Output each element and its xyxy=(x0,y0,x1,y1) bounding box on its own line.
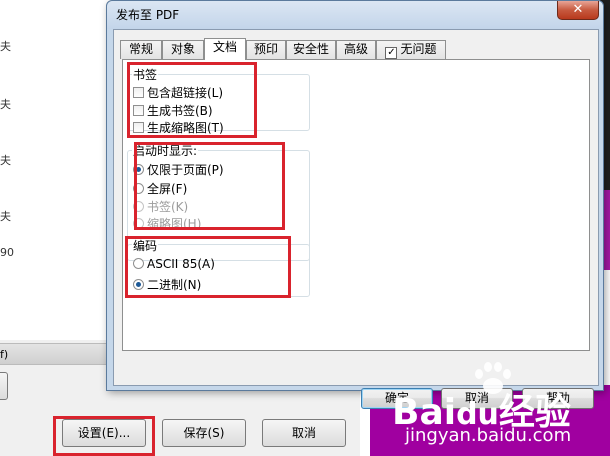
tab-no-issues-label: 无问题 xyxy=(400,42,437,56)
tab-no-issues[interactable]: ✓ 无问题 xyxy=(376,40,446,59)
settings-highlight-box xyxy=(53,416,155,456)
encoding-highlight-box xyxy=(125,236,291,298)
tab-general[interactable]: 常规 xyxy=(120,40,162,59)
tab-objects[interactable]: 对象 xyxy=(162,40,204,59)
tab-advanced[interactable]: 高级 xyxy=(336,40,376,59)
watermark-url: jingyan.baidu.com xyxy=(405,425,572,446)
save-button[interactable]: 保存(S) xyxy=(162,419,246,447)
tab-document[interactable]: 文档 xyxy=(204,38,246,60)
close-button[interactable]: ✕ xyxy=(557,1,599,20)
dialog-titlebar[interactable]: 发布至 PDF ✕ xyxy=(107,1,603,29)
background-list-item: 夫 xyxy=(0,154,11,167)
background-cancel-button[interactable]: 取消 xyxy=(262,419,346,447)
startup-highlight-box xyxy=(134,142,285,230)
dialog-title: 发布至 PDF xyxy=(116,8,180,22)
background-list-item: 夫 xyxy=(0,40,11,53)
background-list-item: 夫 xyxy=(0,98,11,111)
background-strip-text: f) xyxy=(0,348,9,361)
background-list: 夫 夫 夫 夫 90 xyxy=(0,0,120,340)
background-list-item: 90 xyxy=(0,246,14,259)
tab-prepress[interactable]: 预印 xyxy=(246,40,286,59)
background-edge-button[interactable] xyxy=(0,372,8,400)
bookmarks-highlight-box xyxy=(127,62,257,138)
tab-strip: 常规 对象 文档 预印 安全性 高级 ✓ 无问题 xyxy=(120,38,590,60)
tab-security[interactable]: 安全性 xyxy=(286,40,336,59)
close-icon: ✕ xyxy=(572,2,584,17)
no-issues-check-icon: ✓ xyxy=(385,47,398,59)
background-list-item: 夫 xyxy=(0,210,11,223)
